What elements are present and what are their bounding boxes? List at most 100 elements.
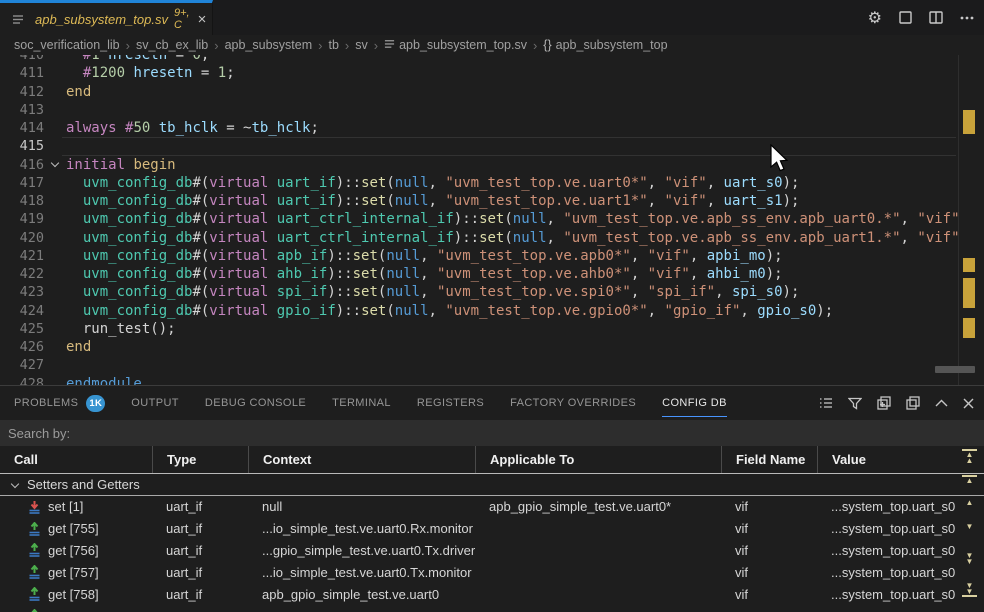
line-number[interactable]: 414 [0, 119, 44, 137]
code-editor[interactable]: 410 #1 hresetn = 0;411 #1200 hresetn = 1… [0, 55, 984, 385]
line-number[interactable]: 418 [0, 192, 44, 210]
fold-spacer [44, 247, 66, 265]
line-gutter: 416 [0, 156, 66, 174]
cell-context: apb_gpio_simple_test.ve.uart0 [248, 583, 475, 605]
line-number[interactable]: 420 [0, 229, 44, 247]
panel-tab-registers[interactable]: REGISTERS [417, 386, 484, 420]
layout-icon[interactable] [899, 11, 912, 24]
more-actions-icon[interactable] [960, 16, 974, 20]
breadcrumb-item[interactable]: apb_subsystem [225, 38, 313, 52]
editor-tab-bar: apb_subsystem_top.sv 9+, C × ⚙ [0, 0, 984, 35]
code-line: 425 run_test(); [0, 320, 984, 338]
breadcrumb-item[interactable]: apb_subsystem_top.sv [384, 38, 527, 52]
breadcrumb-item[interactable]: {}apb_subsystem_top [543, 38, 667, 52]
column-header-applicable-to[interactable]: Applicable To [475, 446, 721, 473]
code-text: uvm_config_db#(virtual gpio_if)::set(nul… [66, 302, 984, 320]
line-number[interactable]: 410 [0, 55, 44, 64]
panel-tab-output[interactable]: OUTPUT [131, 386, 179, 420]
filter-icon[interactable] [848, 397, 862, 410]
scroll-page-down-icon[interactable]: ▼ ▼ [962, 552, 977, 565]
line-number[interactable]: 428 [0, 375, 44, 386]
code-text: always #50 tb_hclk = ~tb_hclk; [66, 119, 984, 137]
copy-icon[interactable] [906, 396, 920, 410]
code-text: uvm_config_db#(virtual uart_ctrl_interna… [66, 210, 984, 228]
scroll-to-bottom-icon[interactable]: ▼ ▼ [962, 582, 977, 597]
breadcrumb-item[interactable]: sv [355, 38, 368, 52]
column-header-value[interactable]: Value [817, 446, 984, 473]
breadcrumb-item[interactable]: tb [328, 38, 338, 52]
table-group-setters-getters[interactable]: Setters and Getters [0, 474, 984, 496]
panel-tab-terminal[interactable]: TERMINAL [332, 386, 391, 420]
line-number[interactable]: 417 [0, 174, 44, 192]
code-line: 414 always #50 tb_hclk = ~tb_hclk; [0, 119, 984, 137]
tab-title: apb_subsystem_top.sv [35, 12, 168, 27]
close-panel-icon[interactable] [963, 398, 974, 409]
line-number[interactable]: 416 [0, 156, 44, 174]
line-number[interactable]: 422 [0, 265, 44, 283]
breadcrumb-separator: › [318, 38, 322, 53]
table-row[interactable]: get [757]uart_if...io_simple_test.ve.uar… [0, 561, 984, 583]
line-number[interactable]: 419 [0, 210, 44, 228]
table-row[interactable] [0, 605, 984, 612]
horizontal-scrollbar[interactable] [935, 366, 975, 373]
line-number[interactable]: 413 [0, 101, 44, 119]
line-number[interactable]: 415 [0, 137, 44, 155]
column-header-context[interactable]: Context [248, 446, 475, 473]
search-input[interactable]: Search by: [0, 420, 984, 446]
breadcrumb-item[interactable]: soc_verification_lib [14, 38, 120, 52]
column-header-call[interactable]: Call [0, 446, 152, 473]
cell-field-name: vif [721, 518, 817, 540]
table-row[interactable]: set [1]uart_ifnullapb_gpio_simple_test.v… [0, 496, 984, 518]
line-gutter: 418 [0, 192, 66, 210]
scroll-up-icon[interactable]: ▲ [962, 499, 977, 507]
gear-icon[interactable]: ⚙ [868, 8, 882, 28]
cell-applicable-to [475, 561, 721, 583]
tab-apb-subsystem-top[interactable]: apb_subsystem_top.sv 9+, C × [0, 0, 213, 35]
panel-tab-config-db[interactable]: CONFIG DB [662, 386, 727, 420]
cell-type: uart_if [152, 561, 248, 583]
line-number[interactable]: 426 [0, 338, 44, 356]
split-editor-icon[interactable] [929, 11, 943, 24]
code-text: run_test(); [66, 320, 984, 338]
line-number[interactable]: 423 [0, 283, 44, 301]
code-text: uvm_config_db#(virtual ahb_if)::set(null… [66, 265, 984, 283]
line-number[interactable]: 421 [0, 247, 44, 265]
code-text: endmodule [66, 375, 984, 386]
new-window-icon[interactable] [877, 396, 891, 410]
line-number[interactable]: 424 [0, 302, 44, 320]
line-number[interactable]: 411 [0, 64, 44, 82]
chevron-down-icon [11, 479, 19, 487]
line-number[interactable]: 412 [0, 83, 44, 101]
cell-call: get [757] [0, 561, 152, 583]
breadcrumb-item[interactable]: sv_cb_ex_lib [136, 38, 208, 52]
panel-tab-problems[interactable]: PROBLEMS1K [14, 386, 105, 420]
breadcrumb: soc_verification_lib›sv_cb_ex_lib›apb_su… [0, 35, 984, 55]
fold-spacer [44, 192, 66, 210]
list-icon[interactable] [819, 396, 833, 410]
panel-tab-debug-console[interactable]: DEBUG CONSOLE [205, 386, 306, 420]
scroll-page-up-icon[interactable]: ▲ [962, 475, 977, 485]
table-row[interactable]: get [755]uart_if...io_simple_test.ve.uar… [0, 518, 984, 540]
collapse-panel-icon[interactable] [935, 399, 948, 407]
cell-call [0, 605, 152, 612]
close-tab-icon[interactable]: × [198, 12, 207, 27]
column-header-field-name[interactable]: Field Name [721, 446, 817, 473]
fold-chevron-icon[interactable] [44, 156, 66, 174]
bottom-panel: PROBLEMS1K OUTPUT DEBUG CONSOLE TERMINAL REG… [0, 385, 984, 612]
column-header-type[interactable]: Type [152, 446, 248, 473]
line-number[interactable]: 427 [0, 356, 44, 374]
scroll-down-icon[interactable]: ▼ [962, 523, 977, 531]
table-row[interactable]: get [756]uart_if...gpio_simple_test.ve.u… [0, 540, 984, 562]
code-line: 423 uvm_config_db#(virtual spi_if)::set(… [0, 283, 984, 301]
panel-tab-factory-overrides[interactable]: FACTORY OVERRIDES [510, 386, 636, 420]
overview-ruler[interactable] [958, 55, 984, 385]
cell-applicable-to: apb_gpio_simple_test.ve.uart0* [475, 496, 721, 518]
get-icon [28, 565, 41, 579]
code-line: 410 #1 hresetn = 0; [0, 55, 984, 64]
table-row[interactable]: get [758]uart_ifapb_gpio_simple_test.ve.… [0, 583, 984, 605]
line-number[interactable]: 425 [0, 320, 44, 338]
line-gutter: 415 [0, 137, 66, 155]
scroll-to-top-icon[interactable]: ▲ ▲ [962, 449, 977, 464]
breadcrumb-label: tb [328, 38, 338, 52]
modified-line-marker [963, 278, 975, 308]
